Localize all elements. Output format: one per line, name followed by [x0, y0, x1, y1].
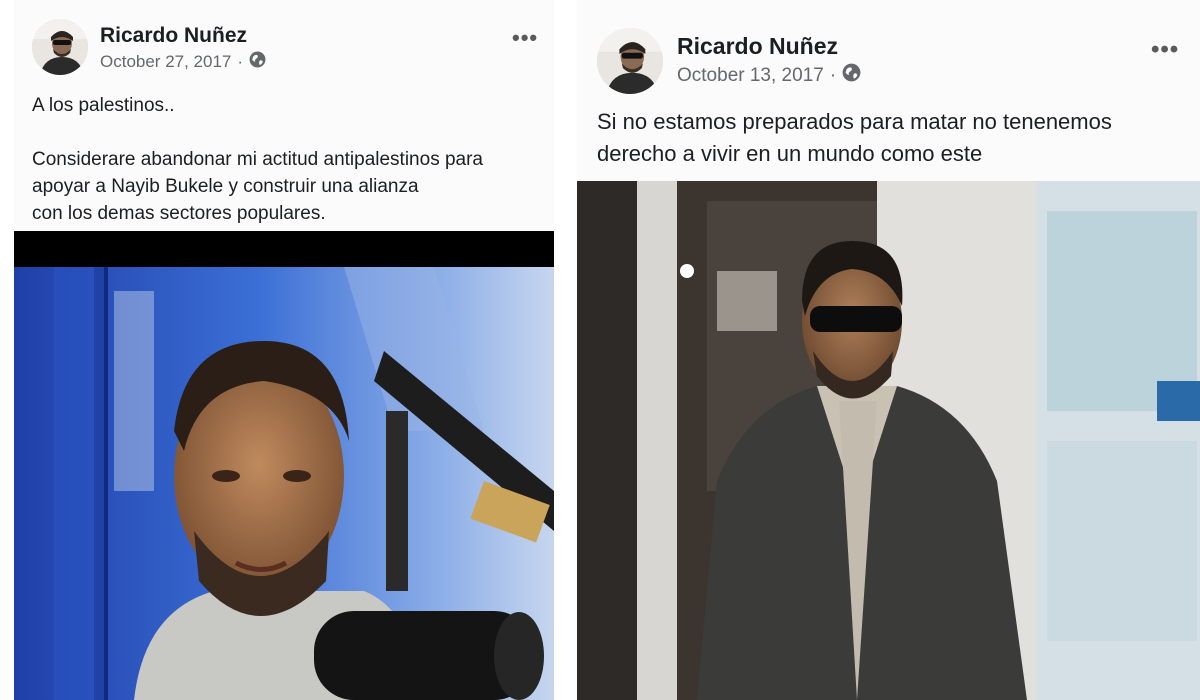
post-date[interactable]: October 13, 2017 — [677, 65, 824, 87]
radio-studio-photo[interactable] — [14, 231, 554, 700]
post-meta: October 27, 2017 · — [100, 51, 266, 73]
man-in-suit-photo[interactable] — [577, 181, 1200, 700]
meta-separator: · — [829, 64, 837, 86]
globe-icon[interactable] — [842, 63, 861, 88]
author-name[interactable]: Ricardo Nuñez — [677, 33, 838, 60]
meta-separator: · — [237, 52, 244, 71]
post-card: Ricardo Nuñez October 13, 2017 · ••• Si … — [577, 0, 1200, 700]
post-card: Ricardo Nuñez October 27, 2017 · ••• A l… — [14, 0, 554, 700]
author-avatar[interactable] — [32, 19, 88, 75]
more-options-icon[interactable]: ••• — [1151, 36, 1179, 64]
globe-icon[interactable] — [249, 51, 266, 73]
post-text: Si no estamos preparados para matar no t… — [597, 109, 1112, 166]
post-meta: October 13, 2017 · — [677, 63, 861, 88]
more-options-icon[interactable]: ••• — [512, 25, 538, 51]
post-date[interactable]: October 27, 2017 — [100, 52, 231, 72]
author-avatar[interactable] — [597, 28, 663, 94]
post-text: A los palestinos.. Considerare abandonar… — [32, 95, 483, 224]
author-name[interactable]: Ricardo Nuñez — [100, 24, 247, 48]
